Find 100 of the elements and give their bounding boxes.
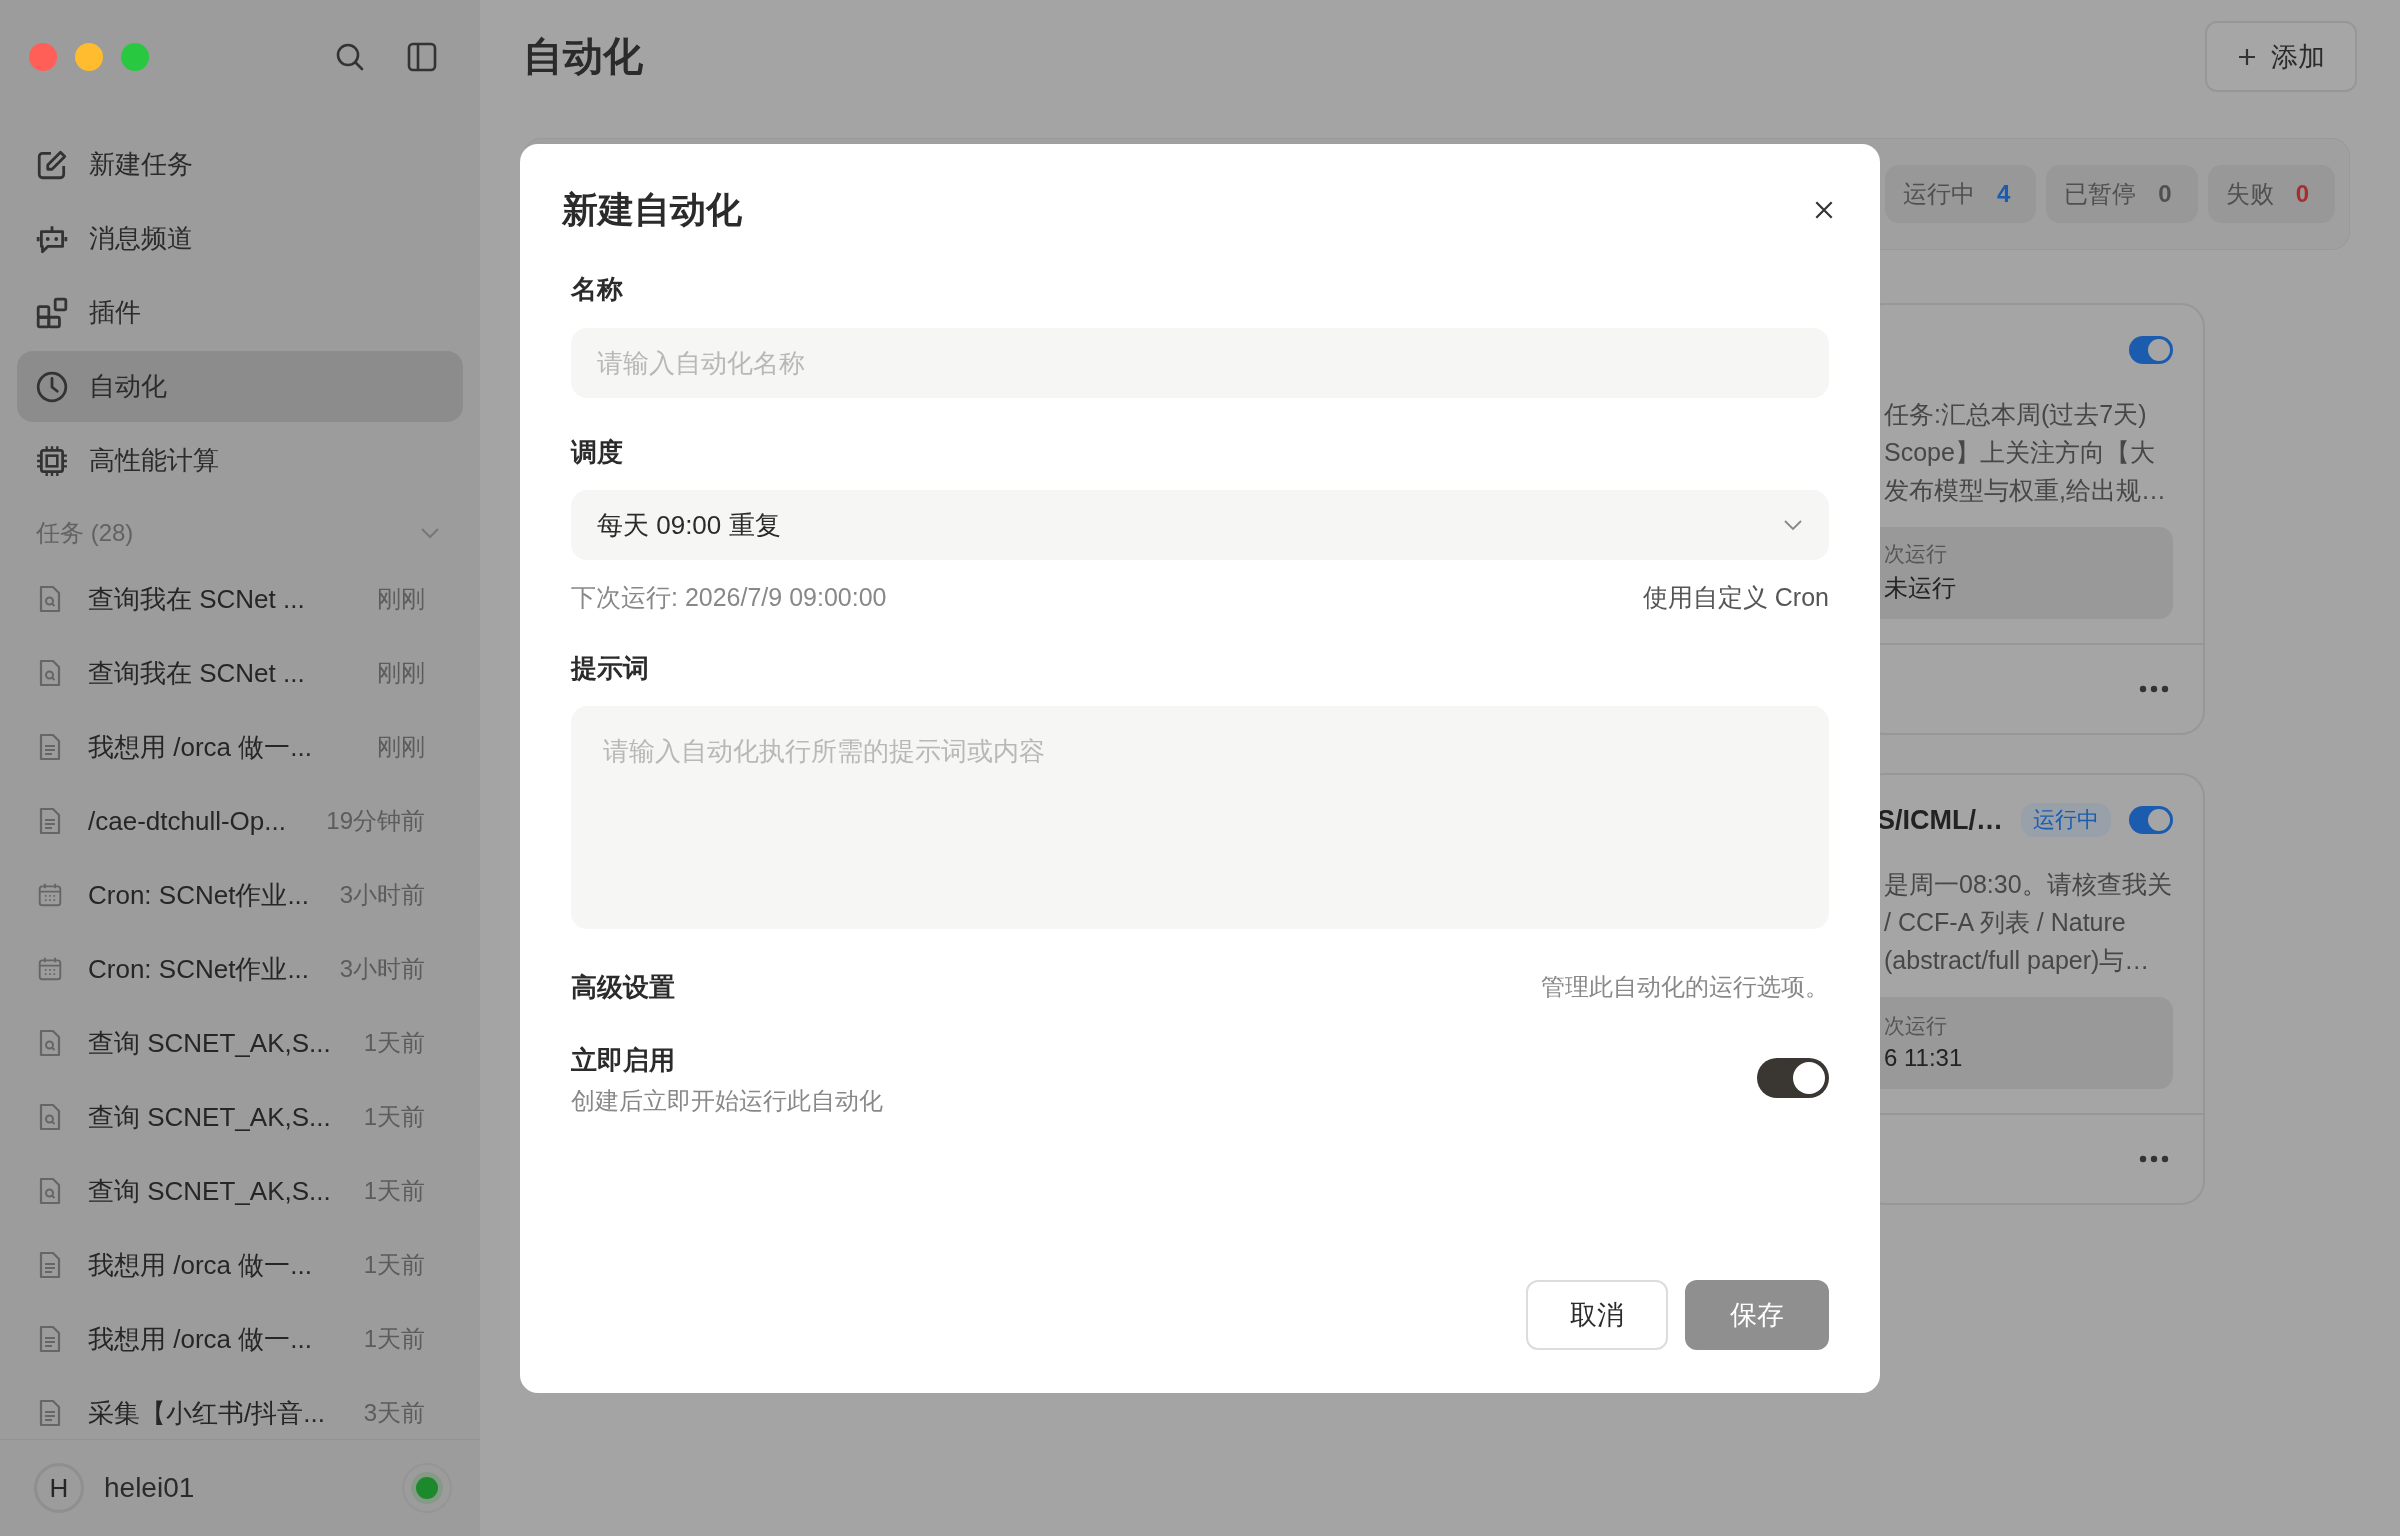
document-icon [38,1324,62,1354]
task-item[interactable]: Cron: SCNet作业... 3小时前 [0,932,480,1006]
document-search-icon [38,1176,62,1206]
card-description: (abstract/full paper)与… [1884,945,2151,976]
document-icon [38,806,62,836]
card-description: 是周一08:30。请核查我关 [1884,869,2173,900]
document-search-icon [38,584,62,614]
nav-item[interactable]: 插件 [17,277,463,348]
task-item[interactable]: /cae-dtchull-Op... 19分钟前 [0,784,480,858]
status-count: 0 [2158,180,2172,208]
user-avatar[interactable]: H [34,1463,84,1513]
status-count: 4 [1996,180,2011,208]
nav-item[interactable]: 新建任务 [17,129,463,200]
toggle-switch[interactable] [1757,1058,1829,1098]
task-time: 1天前 [363,1028,425,1058]
clock-icon [35,369,69,404]
run-label: 次运行 [1884,1013,1948,1039]
document-search-icon [38,658,62,688]
task-title: 查询 SCNET_AK,S... [88,1174,332,1208]
document-icon [38,1250,62,1280]
status-filter[interactable]: 已暂停 0 [2046,165,2198,223]
card-title: S/ICML/… [1877,804,2003,836]
task-item[interactable]: 我想用 /orca 做一... 刚刚 [0,710,480,784]
more-icon[interactable] [2139,1155,2169,1163]
chip-icon [35,443,69,478]
field-label: 提示词 [571,652,650,685]
task-time: 1天前 [363,1324,425,1354]
card-description: / CCF-A 列表 / Nature [1884,907,2127,938]
task-time: 1天前 [363,1102,425,1132]
status-filter[interactable]: 失败 0 [2207,165,2335,223]
close-icon[interactable] [1813,199,1835,221]
nav-item[interactable]: 消息频道 [17,203,463,274]
run-value: 6 11:31 [1884,1044,1964,1072]
status-count: 0 [2295,180,2309,208]
task-time: 3天前 [363,1398,425,1428]
task-title: 查询 SCNET_AK,S... [88,1026,332,1060]
search-icon[interactable] [334,41,366,73]
status-badge: 运行中 [2021,803,2111,837]
document-search-icon [38,1028,62,1058]
card-description: 任务:汇总本周(过去7天) [1884,399,2148,430]
task-item[interactable]: 查询 SCNET_AK,S... 1天前 [0,1006,480,1080]
setting-label: 立即启用 [571,1044,676,1077]
cancel-button[interactable]: 取消 [1526,1280,1668,1350]
custom-cron-link[interactable]: 使用自定义 Cron [1642,580,1829,614]
task-item[interactable]: 查询 SCNET_AK,S... 1天前 [0,1080,480,1154]
section-label: 高级设置 [571,971,675,1004]
task-item[interactable]: 查询我在 SCNet ... 刚刚 [0,636,480,710]
plus-icon [2237,46,2257,67]
document-search-icon [38,1102,62,1132]
task-item[interactable]: 查询 SCNET_AK,S... 1天前 [0,1154,480,1228]
task-title: 查询 SCNET_AK,S... [88,1100,332,1134]
name-input-field[interactable]: 请输入自动化名称 [571,328,1829,398]
task-title: Cron: SCNet作业... [88,952,311,986]
task-item[interactable]: 我想用 /orca 做一... 1天前 [0,1302,480,1376]
chevron-down-icon [1783,519,1803,531]
task-time: 1天前 [363,1250,425,1280]
prompt-text-area[interactable]: 请输入自动化执行所需的提示词或内容 [571,706,1829,929]
task-item[interactable]: Cron: SCNet作业... 3小时前 [0,858,480,932]
status-label: 运行中 [1902,179,1975,209]
next-run-text: 下次运行: 2026/7/9 09:00:00 [571,581,887,613]
dialog-title: 新建自动化 [562,187,742,232]
task-time: 19分钟前 [326,806,425,836]
page-title: 自动化 [523,33,643,80]
task-item[interactable]: 查询我在 SCNet ... 刚刚 [0,562,480,636]
status-filter[interactable]: 运行中 4 [1884,165,2037,223]
user-name: helei01 [104,1472,196,1504]
task-time: 3小时前 [339,954,425,984]
run-value: 未运行 [1884,573,1957,603]
add-button[interactable]: 添加 [2205,21,2357,92]
more-icon[interactable] [2139,685,2169,693]
schedule-dropdown[interactable]: 每天 09:00 重复 [571,490,1829,560]
section-header: 任务 (28) [36,518,134,548]
toggle-switch[interactable] [2129,336,2173,364]
status-label: 已暂停 [2064,179,2137,209]
task-title: 查询我在 SCNet ... [88,582,306,616]
task-time: 1天前 [363,1176,425,1206]
task-title: 我想用 /orca 做一... [88,1322,313,1356]
run-label: 次运行 [1884,541,1948,567]
nav-item[interactable]: 自动化 [17,351,463,422]
sidebar-toggle-icon[interactable] [406,41,438,73]
task-title: 我想用 /orca 做一... [88,730,313,764]
field-label: 名称 [571,273,624,306]
blocks-icon [35,295,69,330]
field-label: 调度 [571,436,624,469]
task-title: 我想用 /orca 做一... [88,1248,313,1282]
setting-description: 创建后立即开始运行此自动化 [571,1086,883,1116]
nav-item[interactable]: 高性能计算 [17,425,463,496]
task-time: 刚刚 [377,732,425,762]
card-description: Scope】上关注方向【大 [1884,437,2156,468]
status-dot-icon [402,1463,452,1513]
card-description: 发布模型与权重,给出规… [1884,475,2167,506]
task-title: Cron: SCNet作业... [88,878,311,912]
status-label: 失败 [2225,179,2274,209]
toggle-switch[interactable] [2129,806,2173,834]
task-item[interactable]: 采集【小红书/抖音... 3天前 [0,1376,480,1439]
document-icon [38,732,62,762]
section-hint: 管理此自动化的运行选项。 [1541,972,1829,1002]
task-time: 3小时前 [339,880,425,910]
task-item[interactable]: 我想用 /orca 做一... 1天前 [0,1228,480,1302]
task-title: /cae-dtchull-Op... [88,805,287,837]
